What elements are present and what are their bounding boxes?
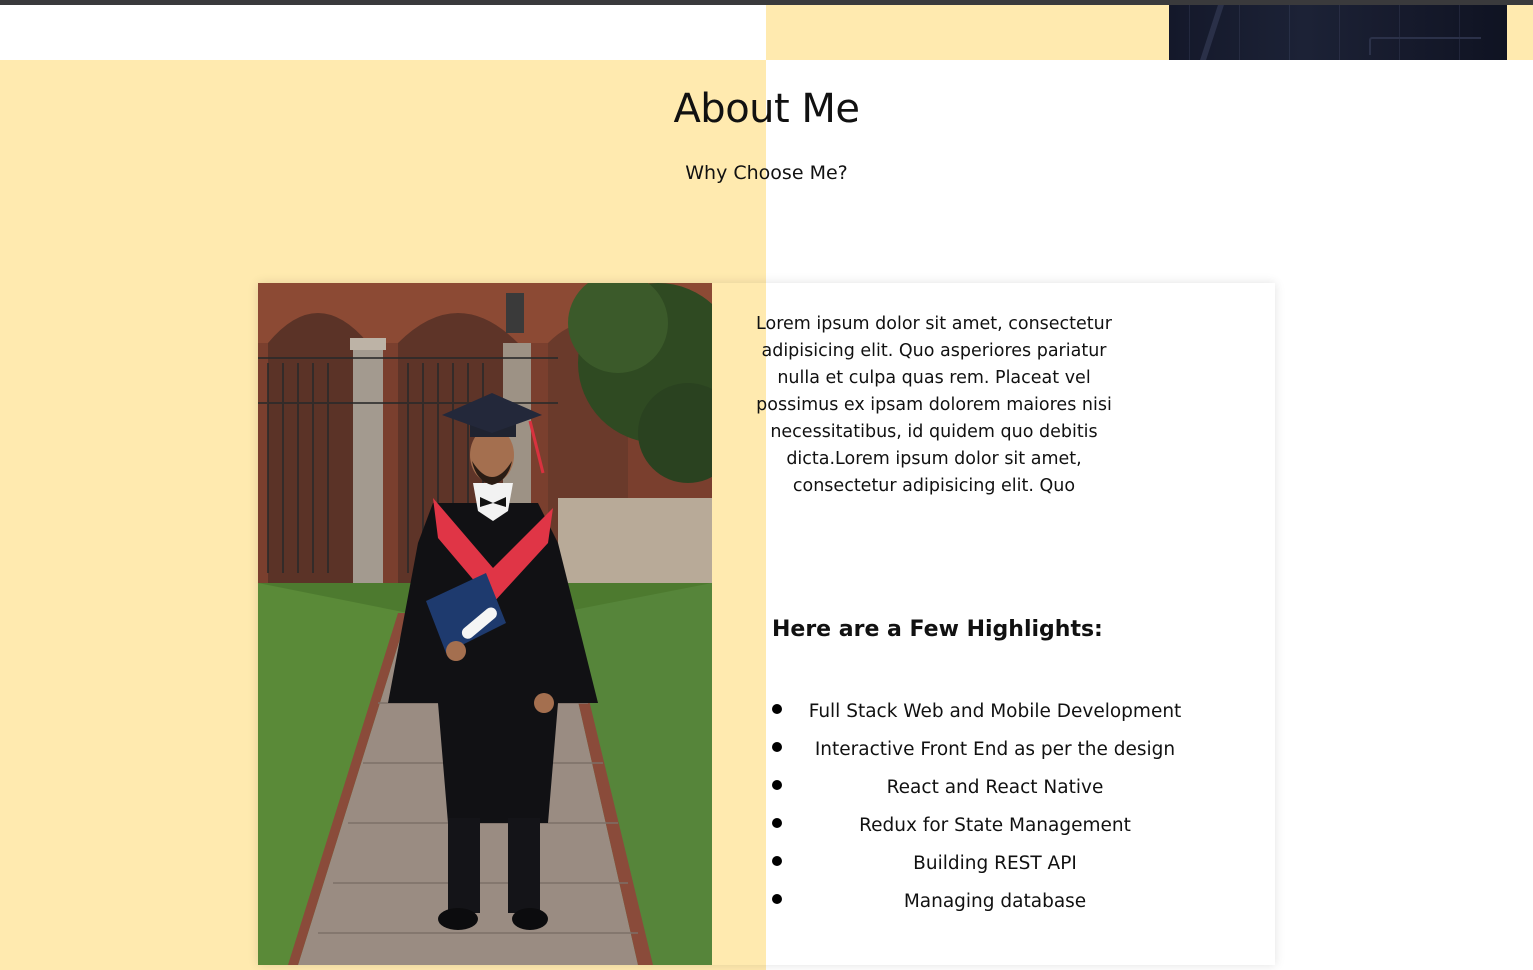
graduate-photo — [258, 283, 712, 965]
page-title: About Me — [673, 86, 860, 132]
list-item: Managing database — [766, 887, 1196, 925]
bullet-icon — [772, 894, 782, 904]
highlight-label: Full Stack Web and Mobile Development — [808, 701, 1182, 722]
bullet-icon — [772, 818, 782, 828]
highlight-label: React and React Native — [886, 777, 1104, 798]
bullet-icon — [772, 704, 782, 714]
about-card: Lorem ipsum dolor sit amet, consectetur … — [258, 283, 1275, 965]
bullet-icon — [772, 780, 782, 790]
list-item: Full Stack Web and Mobile Development — [766, 697, 1196, 735]
list-item: Building REST API — [766, 849, 1196, 887]
highlight-label: Interactive Front End as per the design — [814, 739, 1176, 760]
page: About Me Why Choose Me? Lorem ipsum dolo… — [0, 0, 1533, 970]
list-item: Interactive Front End as per the design — [766, 735, 1196, 773]
highlight-label: Building REST API — [913, 853, 1077, 874]
highlights-title: Here are a Few Highlights: — [772, 617, 1103, 642]
about-intro-text: Lorem ipsum dolor sit amet, consectetur … — [756, 314, 1112, 496]
highlight-label: Managing database — [903, 891, 1087, 912]
bullet-icon — [772, 856, 782, 866]
hero-suit-photo — [1169, 5, 1507, 60]
list-item: React and React Native — [766, 773, 1196, 811]
list-item: Redux for State Management — [766, 811, 1196, 849]
highlight-label: Redux for State Management — [859, 815, 1131, 836]
highlights-list: Full Stack Web and Mobile Development In… — [766, 697, 1196, 925]
bullet-icon — [772, 742, 782, 752]
section-subtitle: Why Choose Me? — [685, 162, 848, 184]
